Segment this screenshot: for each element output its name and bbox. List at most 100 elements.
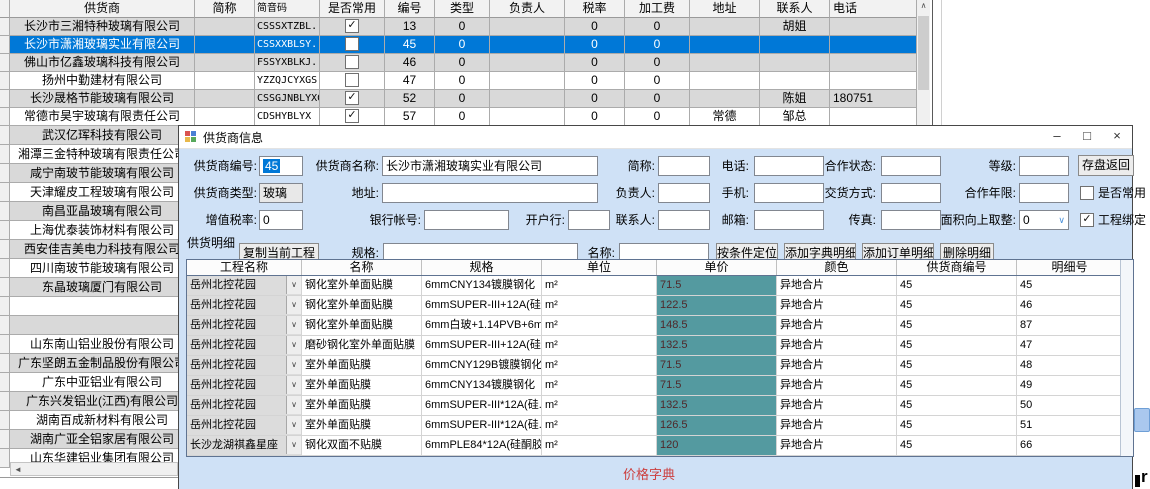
- chevron-down-icon[interactable]: ∨: [286, 296, 301, 314]
- row-header-cell[interactable]: [0, 316, 10, 335]
- col-header-unit[interactable]: 单位: [542, 260, 657, 275]
- cell-color[interactable]: 异地合片: [777, 276, 897, 295]
- cell-contact[interactable]: [760, 72, 830, 90]
- cell-address[interactable]: 常德: [690, 108, 760, 126]
- cell-supplier-no[interactable]: 45: [897, 336, 1017, 355]
- list-item[interactable]: 天津耀皮工程玻璃有限公司: [0, 183, 195, 202]
- scrollbar-thumb[interactable]: [918, 16, 929, 90]
- cell-type[interactable]: 0: [435, 18, 490, 36]
- list-item[interactable]: 四川南玻节能玻璃有限公司: [0, 259, 195, 278]
- project-combobox[interactable]: ∨岳州北控花园: [187, 296, 302, 315]
- detail-grid-row[interactable]: ∨岳州北控花园 室外单面贴膜 6mmCNY129B镀膜钢化 m² 71.5 异地…: [187, 356, 1133, 376]
- cell-type[interactable]: 0: [435, 72, 490, 90]
- row-header-cell[interactable]: [0, 373, 10, 392]
- cell-color[interactable]: 异地合片: [777, 316, 897, 335]
- cell-supplier[interactable]: 常德市昊宇玻璃有限责任公司: [10, 108, 195, 126]
- cell-supplier[interactable]: 西安佳吉美电力科技有限公司: [10, 240, 195, 259]
- cell-spec[interactable]: 6mmPLE84*12A(硅酮胶...: [422, 436, 542, 455]
- chevron-down-icon[interactable]: ∨: [286, 436, 301, 454]
- bank-branch-input[interactable]: [568, 210, 610, 230]
- cell-name[interactable]: 室外单面贴膜: [302, 376, 422, 395]
- project-combobox[interactable]: ∨岳州北控花园: [187, 376, 302, 395]
- cell-pinyin[interactable]: CDSHYBLYX: [255, 108, 320, 126]
- detail-grid-row[interactable]: ∨岳州北控花园 钢化室外单面贴膜 6mm白玻+1.14PVB+6mm... m²…: [187, 316, 1133, 336]
- cell-supplier[interactable]: 四川南玻节能玻璃有限公司: [10, 259, 195, 278]
- cell-spec[interactable]: 6mmSUPER-III*12A(硅...: [422, 396, 542, 415]
- cell-supplier[interactable]: 东晶玻璃厦门有限公司: [10, 278, 195, 297]
- cell-pinyin[interactable]: CSSSXTZBL..: [255, 18, 320, 36]
- cell-unit[interactable]: m²: [542, 436, 657, 455]
- cell-contact[interactable]: 胡姐: [760, 18, 830, 36]
- cell-supplier-no[interactable]: 45: [897, 296, 1017, 315]
- row-header-cell[interactable]: [0, 335, 10, 354]
- cell-name[interactable]: 钢化室外单面贴膜: [302, 316, 422, 335]
- col-header-common[interactable]: 是否常用: [320, 0, 385, 18]
- project-combobox[interactable]: ∨岳州北控花园: [187, 356, 302, 375]
- cell-supplier[interactable]: [10, 297, 195, 316]
- coop-status-input[interactable]: [881, 156, 941, 176]
- cell-detail-no[interactable]: 45: [1017, 276, 1122, 295]
- cell-common[interactable]: [320, 72, 385, 90]
- row-header-cell[interactable]: [0, 430, 10, 449]
- cell-manager[interactable]: [490, 108, 565, 126]
- cell-supplier[interactable]: 扬州中勤建材有限公司: [10, 72, 195, 90]
- cell-supplier[interactable]: 咸宁南玻节能玻璃有限公司: [10, 164, 195, 183]
- cell-type[interactable]: 0: [435, 90, 490, 108]
- cell-tax[interactable]: 0: [565, 108, 625, 126]
- detail-grid-row[interactable]: ∨岳州北控花园 室外单面贴膜 6mmSUPER-III*12A(硅... m² …: [187, 416, 1133, 436]
- vertical-scrollbar[interactable]: ∧: [916, 0, 930, 126]
- minimize-button[interactable]: –: [1042, 126, 1072, 148]
- cell-contact[interactable]: 陈姐: [760, 90, 830, 108]
- cell-supplier[interactable]: 广东兴发铝业(江西)有限公司: [10, 392, 195, 411]
- common-checkbox[interactable]: ✓: [345, 19, 359, 33]
- is-common-checkbox[interactable]: [1080, 186, 1094, 200]
- cell-tax[interactable]: 0: [565, 18, 625, 36]
- cell-no[interactable]: 45: [385, 36, 435, 54]
- save-return-button[interactable]: 存盘返回: [1078, 155, 1134, 176]
- cell-color[interactable]: 异地合片: [777, 416, 897, 435]
- project-combobox[interactable]: ∨长沙龙湖祺鑫星座: [187, 436, 302, 455]
- cell-address[interactable]: [690, 54, 760, 72]
- cell-supplier[interactable]: 武汉亿珲科技有限公司: [10, 126, 195, 145]
- cell-pinyin[interactable]: CSSXXBLSY..: [255, 36, 320, 54]
- bank-account-input[interactable]: [424, 210, 509, 230]
- cell-pinyin[interactable]: CSSGJNBLYXGS: [255, 90, 320, 108]
- list-item[interactable]: 武汉亿珲科技有限公司: [0, 126, 195, 145]
- cell-manager[interactable]: [490, 18, 565, 36]
- row-header-cell[interactable]: [0, 72, 10, 90]
- table-row[interactable]: 扬州中勤建材有限公司 YZZQJCYXGS 47 0 0 0: [0, 72, 929, 90]
- row-header-cell[interactable]: [0, 411, 10, 430]
- cell-pinyin[interactable]: YZZQJCYXGS: [255, 72, 320, 90]
- cell-supplier-no[interactable]: 45: [897, 396, 1017, 415]
- detail-grid-row[interactable]: ∨岳州北控花园 室外单面贴膜 6mmCNY134镀膜钢化 m² 71.5 异地合…: [187, 376, 1133, 396]
- cell-color[interactable]: 异地合片: [777, 376, 897, 395]
- project-combobox[interactable]: ∨岳州北控花园: [187, 396, 302, 415]
- cell-manager[interactable]: [490, 72, 565, 90]
- cell-manager[interactable]: [490, 36, 565, 54]
- row-header-cell[interactable]: [0, 392, 10, 411]
- cell-supplier[interactable]: 南昌亚晶玻璃有限公司: [10, 202, 195, 221]
- table-row[interactable]: 常德市昊宇玻璃有限责任公司 CDSHYBLYX ✓ 57 0 0 0 常德 邹总: [0, 108, 929, 126]
- supplier-no-input[interactable]: 45: [259, 156, 303, 176]
- row-header-cell[interactable]: [0, 18, 10, 36]
- cell-fee[interactable]: 0: [625, 54, 690, 72]
- table-row[interactable]: 长沙市潇湘玻璃实业有限公司 CSSXXBLSY.. 45 0 0 0: [0, 36, 929, 54]
- list-item[interactable]: 广东坚朗五金制品股份有限公司: [0, 354, 195, 373]
- cell-detail-no[interactable]: 48: [1017, 356, 1122, 375]
- cell-abbr[interactable]: [195, 90, 255, 108]
- row-header-cell[interactable]: [0, 297, 10, 316]
- cell-supplier[interactable]: 长沙市潇湘玻璃实业有限公司: [10, 36, 195, 54]
- cell-common[interactable]: ✓: [320, 18, 385, 36]
- row-header-cell[interactable]: [0, 183, 10, 202]
- cell-common[interactable]: [320, 36, 385, 54]
- cell-price[interactable]: 126.5: [657, 416, 777, 435]
- table-row[interactable]: 长沙市三湘特种玻璃有限公司 CSSSXTZBL.. ✓ 13 0 0 0 胡姐: [0, 18, 929, 36]
- cell-unit[interactable]: m²: [542, 296, 657, 315]
- list-item[interactable]: 咸宁南玻节能玻璃有限公司: [0, 164, 195, 183]
- cell-supplier-no[interactable]: 45: [897, 436, 1017, 455]
- table-row[interactable]: 佛山市亿鑫玻璃科技有限公司 FSSYXBLKJ.. 46 0 0 0: [0, 54, 929, 72]
- area-round-up-select[interactable]: ∨0: [1019, 210, 1069, 230]
- col-header-manager[interactable]: 负责人: [490, 0, 565, 18]
- detail-grid-row[interactable]: ∨岳州北控花园 钢化室外单面贴膜 6mmCNY134镀膜钢化 m² 71.5 异…: [187, 276, 1133, 296]
- col-header-abbr[interactable]: 简称: [195, 0, 255, 18]
